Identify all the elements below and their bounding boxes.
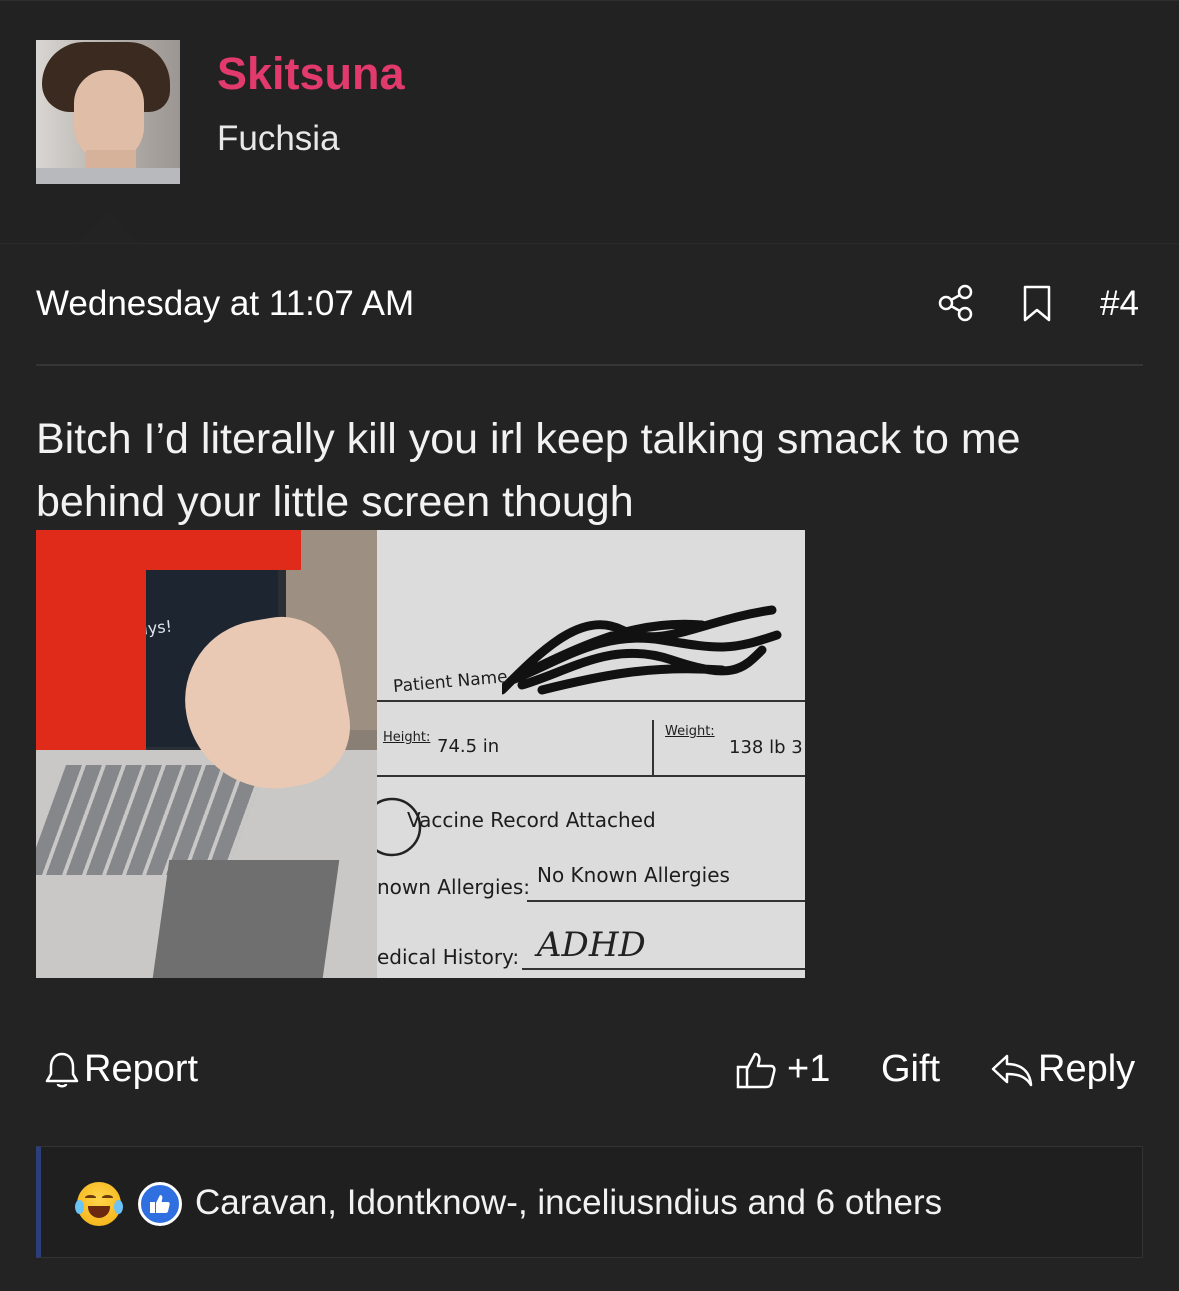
reply-arrow-icon (991, 1054, 1033, 1086)
user-avatar[interactable] (36, 40, 180, 184)
avatar-face (74, 70, 144, 162)
form-line (522, 968, 805, 970)
name-scribble-redaction (502, 605, 782, 695)
laptop-trackpad (152, 860, 340, 978)
post-author-header: Skitsuna Fuchsia (0, 0, 1179, 245)
post-meta-divider (36, 364, 1143, 366)
header-pointer (76, 211, 142, 245)
like-button[interactable]: +1 (735, 1048, 830, 1091)
thumbs-up-like-icon (138, 1182, 182, 1226)
medical-form-photo: Patient Name Height: 74.5 in Weight: 138… (377, 530, 805, 978)
form-line (377, 775, 805, 777)
thumbs-up-glyph (150, 1195, 170, 1213)
report-label: Report (84, 1048, 199, 1090)
emoji-eye (85, 1195, 96, 1200)
emoji-tear (114, 1200, 123, 1214)
allergies-label: nown Allergies: (377, 875, 530, 899)
user-title: Fuchsia (217, 119, 340, 158)
height-value: 74.5 in (437, 736, 500, 757)
weight-label: Weight: (665, 724, 715, 739)
post-timestamp[interactable]: Wednesday at 11:07 AM (36, 284, 414, 324)
post-attachment-image[interactable]: Hi guys! Patient Name Height: 74.5 in We… (36, 530, 805, 978)
thumbs-up-icon (736, 1052, 776, 1088)
height-label: Height: (383, 730, 431, 745)
bookmark-icon[interactable] (1022, 285, 1052, 323)
post-number-link[interactable]: #4 (1100, 284, 1139, 324)
report-button[interactable]: Report (44, 1048, 198, 1091)
patient-name-label: Patient Name (392, 667, 509, 697)
like-count: +1 (787, 1048, 831, 1090)
weight-value: 138 lb 3 (729, 737, 803, 758)
reply-button[interactable]: Reply (990, 1048, 1135, 1091)
post-message-text: Bitch I’d literally kill you irl keep ta… (36, 415, 1021, 526)
reactions-summary[interactable]: Caravan, Idontknow-, inceliusndius and 6… (36, 1146, 1143, 1258)
medical-history-label: edical History: (377, 945, 520, 969)
medical-history-value: ADHD (537, 925, 646, 965)
form-line (652, 720, 654, 775)
gift-button[interactable]: Gift (881, 1048, 940, 1091)
username-link[interactable]: Skitsuna (217, 48, 405, 100)
avatar-shirt (36, 168, 180, 184)
reply-label: Reply (1038, 1048, 1136, 1090)
share-icon[interactable] (938, 284, 974, 322)
laptop-keys (36, 765, 267, 875)
emoji-eye (102, 1195, 113, 1200)
form-line (527, 900, 805, 902)
laptop-photo: Hi guys! (36, 530, 377, 978)
emoji-mouth (88, 1206, 110, 1218)
allergies-value: No Known Allergies (537, 863, 730, 887)
reactions-users-text[interactable]: Caravan, Idontknow-, inceliusndius and 6… (195, 1183, 942, 1223)
red-redaction-top (36, 530, 301, 570)
emoji-tear (75, 1200, 84, 1214)
laughing-crying-emoji-icon (75, 1182, 123, 1226)
bell-icon (45, 1052, 79, 1087)
header-divider (0, 243, 1179, 244)
form-line (377, 700, 805, 702)
vaccine-label: Vaccine Record Attached (407, 808, 656, 832)
